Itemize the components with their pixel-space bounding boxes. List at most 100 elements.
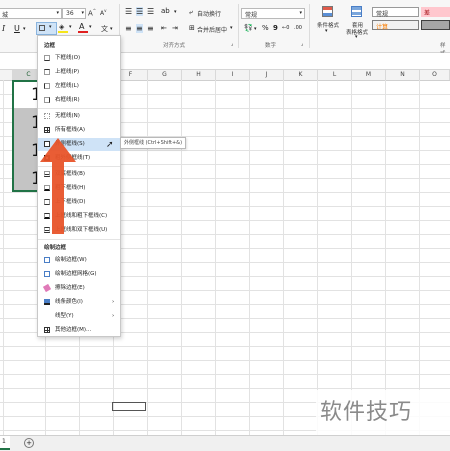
menu-item-label: 线型(Y): [55, 313, 74, 319]
currency-icon[interactable]: 💱: [244, 24, 253, 32]
annotation-arrow: [40, 138, 76, 234]
more-borders-icon: [44, 327, 50, 333]
phonetic-icon[interactable]: 文: [101, 24, 108, 34]
menu-item-draw-border-grid[interactable]: 绘制边框网格(G): [38, 268, 120, 281]
chevron-down-icon[interactable]: ▾: [56, 10, 59, 16]
column-header[interactable]: I: [216, 70, 250, 80]
align-bottom-icon[interactable]: ☰: [147, 7, 154, 16]
chevron-down-icon[interactable]: ▾: [174, 9, 177, 15]
conditional-format-label: 条件格式: [317, 23, 340, 29]
menu-separator: [38, 239, 120, 240]
menu-item-erase-border[interactable]: 擦除边框(E): [38, 282, 120, 295]
percent-icon[interactable]: %: [262, 24, 269, 32]
menu-item-left-border[interactable]: 左框线(L): [38, 80, 120, 93]
chevron-right-icon: ›: [112, 313, 115, 319]
increase-font-icon[interactable]: A^: [88, 8, 96, 17]
cell-style-bad[interactable]: 差: [421, 7, 450, 17]
eraser-icon: [42, 283, 52, 293]
align-left-icon[interactable]: ≡: [125, 24, 132, 33]
chevron-down-icon[interactable]: ▾: [23, 26, 26, 32]
align-right-icon[interactable]: ≡: [147, 24, 154, 33]
menu-item-label: 所有框线(A): [55, 127, 86, 133]
number-format-box[interactable]: 常规 ▾: [241, 8, 305, 19]
chevron-down-icon: ▾: [49, 24, 52, 30]
menu-item-more-borders[interactable]: 其他边框(M)...: [38, 324, 120, 337]
menu-item-label: 线条颜色(I): [55, 299, 83, 305]
menu-item-line-style[interactable]: 线型(Y) ›: [38, 310, 120, 323]
chevron-right-icon: ›: [112, 299, 115, 305]
chevron-down-icon[interactable]: ▾: [230, 25, 233, 31]
pencil-icon: [44, 257, 50, 263]
sheet-tab[interactable]: 1: [0, 436, 10, 450]
left-border-icon: [44, 83, 50, 89]
cell-style-calc[interactable]: 计算: [372, 20, 419, 31]
menu-item-right-border[interactable]: 右框线(R): [38, 94, 120, 107]
wrap-text-button[interactable]: 自动换行: [197, 9, 221, 18]
menu-item-label: 左框线(L): [55, 83, 79, 89]
cell-style-normal[interactable]: 常规: [372, 7, 419, 18]
column-header[interactable]: K: [284, 70, 318, 80]
cell-style-check[interactable]: [421, 20, 450, 30]
comma-icon[interactable]: 9: [273, 24, 278, 32]
menu-item-top-border[interactable]: 上框线(P): [38, 66, 120, 79]
cell-style-bad-label: 差: [424, 10, 431, 17]
menu-item-no-border[interactable]: 无框线(N): [38, 110, 120, 123]
increase-indent-icon[interactable]: ⇥: [172, 24, 178, 32]
merge-center-icon[interactable]: ⊞: [189, 24, 195, 32]
decrease-font-icon[interactable]: Av: [100, 8, 106, 17]
font-color-bar: [78, 31, 88, 33]
wrap-text-icon[interactable]: ⤶: [189, 8, 193, 17]
font-color-icon: A: [79, 22, 85, 31]
cell-style-calc-label: 计算: [376, 24, 389, 31]
chevron-down-icon[interactable]: ▾: [81, 10, 84, 16]
merge-center-button[interactable]: 合并后居中: [197, 25, 227, 34]
column-header[interactable]: L: [318, 70, 352, 80]
no-border-icon: [44, 113, 50, 119]
menu-item-label: 上框线(P): [55, 69, 80, 75]
align-middle-icon[interactable]: ☰: [136, 7, 144, 16]
menu-item-draw-border[interactable]: 绘制边框(W): [38, 254, 120, 267]
chevron-down-icon[interactable]: ▾: [254, 26, 257, 32]
column-header[interactable]: J: [250, 70, 284, 80]
increase-decimal-icon[interactable]: ←0: [282, 25, 289, 31]
conditional-format-button[interactable]: 条件格式 ▾: [314, 4, 342, 44]
ribbon-separator: [309, 4, 310, 48]
dialog-launcher-icon[interactable]: ⌟: [231, 41, 233, 47]
font-size-box[interactable]: 36 ▾: [62, 8, 86, 19]
cell-style-normal-label: 常规: [376, 11, 389, 18]
decrease-indent-icon[interactable]: ⇤: [161, 24, 167, 32]
table-format-icon: [351, 6, 362, 17]
menu-separator: [38, 108, 120, 109]
column-header[interactable]: N: [386, 70, 420, 80]
add-sheet-button[interactable]: +: [24, 438, 34, 448]
borders-button[interactable]: ▾: [36, 22, 57, 35]
column-header[interactable]: M: [352, 70, 386, 80]
chevron-down-icon: ▾: [325, 28, 328, 34]
menu-item-all-borders[interactable]: 所有框线(A): [38, 124, 120, 137]
all-borders-icon: [44, 127, 50, 133]
menu-item-line-color[interactable]: 线条颜色(I) ›: [38, 296, 120, 309]
menu-item-bottom-border[interactable]: 下框线(O): [38, 52, 120, 65]
dialog-launcher-icon[interactable]: ⌟: [301, 41, 303, 47]
orientation-icon[interactable]: ab: [161, 7, 170, 15]
fill-color-button[interactable]: ◈ ▾: [58, 23, 74, 33]
underline-button[interactable]: U: [14, 24, 20, 33]
column-header[interactable]: H: [182, 70, 216, 80]
font-size-text: 36: [66, 10, 74, 17]
align-center-icon[interactable]: ≡: [136, 24, 143, 33]
column-header[interactable]: O: [420, 70, 450, 80]
group-label-number: 数字: [265, 43, 277, 49]
line-color-icon: [44, 299, 50, 305]
watermark: 软件技巧: [316, 390, 450, 435]
font-color-button[interactable]: A ▾: [78, 22, 94, 33]
mouse-cursor-icon: ➚: [106, 140, 114, 150]
align-top-icon[interactable]: ☰: [125, 7, 132, 16]
format-as-table-button[interactable]: 套用 表格格式 ▾: [344, 4, 370, 44]
menu-item-label: 擦除边框(E): [55, 285, 85, 291]
chevron-down-icon[interactable]: ▾: [110, 26, 113, 32]
italic-button[interactable]: I: [2, 24, 5, 33]
decrease-decimal-icon[interactable]: .00: [294, 25, 302, 31]
font-name-box[interactable]: 城 ▾: [0, 8, 62, 19]
cell-outline[interactable]: [112, 402, 146, 411]
column-header[interactable]: G: [148, 70, 182, 80]
